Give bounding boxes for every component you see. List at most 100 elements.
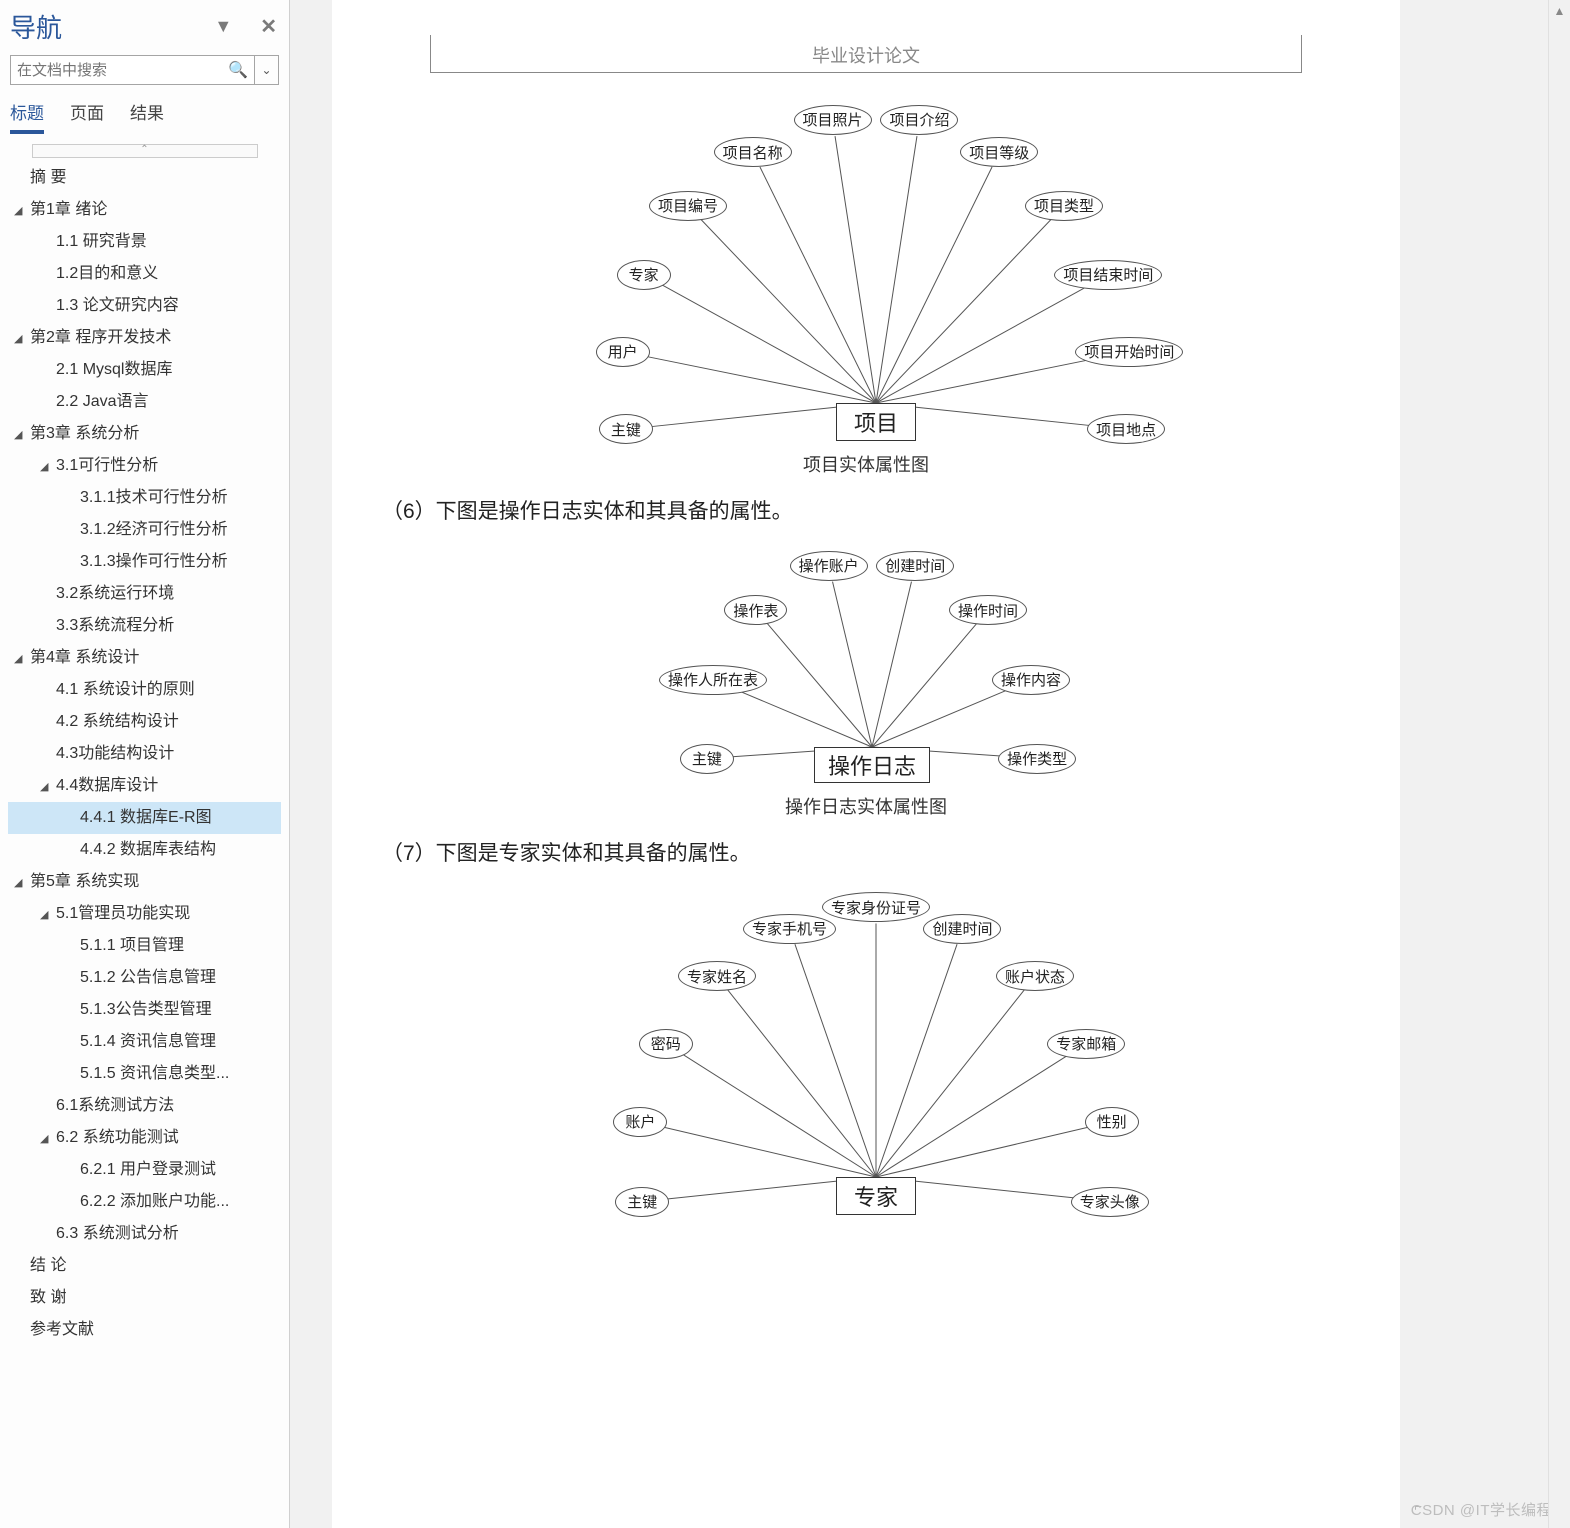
outline-item[interactable]: 参考文献 bbox=[8, 1314, 281, 1346]
outline-item[interactable]: 3.1.1技术可行性分析 bbox=[8, 482, 281, 514]
outline-item-label: 参考文献 bbox=[30, 1321, 94, 1338]
outline-item-label: 4.1 系统设计的原则 bbox=[56, 681, 195, 698]
outline-item[interactable]: 4.3功能结构设计 bbox=[8, 738, 281, 770]
outline-item[interactable]: ◢第2章 程序开发技术 bbox=[8, 322, 281, 354]
outline-item-label: 4.4.2 数据库表结构 bbox=[80, 841, 216, 858]
outline-item[interactable]: 1.2目的和意义 bbox=[8, 258, 281, 290]
outline-item[interactable]: ◢第4章 系统设计 bbox=[8, 642, 281, 674]
er-attribute: 操作时间 bbox=[949, 595, 1027, 625]
outline-item[interactable]: 4.4.1 数据库E-R图 bbox=[8, 802, 281, 834]
page-header-title: 毕业设计论文 bbox=[431, 42, 1301, 73]
outline-item-label: 5.1.3公告类型管理 bbox=[80, 1001, 212, 1018]
tab-pages[interactable]: 页面 bbox=[70, 99, 104, 134]
er-attribute: 性别 bbox=[1085, 1107, 1139, 1137]
caret-down-icon[interactable]: ◢ bbox=[14, 427, 28, 444]
outline-scroll-up-handle[interactable]: ⌃ bbox=[32, 144, 258, 158]
outline-item[interactable]: 3.3系统流程分析 bbox=[8, 610, 281, 642]
tab-results[interactable]: 结果 bbox=[130, 99, 164, 134]
outline-item[interactable]: 6.2.2 添加账户功能... bbox=[8, 1186, 281, 1218]
document-area: 毕业设计论文 项目 主键用户专家项目编号项目名称项目照片项目介绍项目等级项目类型… bbox=[290, 0, 1570, 1528]
er-attribute: 专家身份证号 bbox=[822, 892, 930, 922]
outline-item[interactable]: ◢第1章 绪论 bbox=[8, 194, 281, 226]
caret-down-icon[interactable]: ◢ bbox=[14, 651, 28, 668]
outline-item[interactable]: 结 论 bbox=[8, 1250, 281, 1282]
outline-item-label: 4.2 系统结构设计 bbox=[56, 713, 179, 730]
tab-headings[interactable]: 标题 bbox=[10, 99, 44, 134]
outline-item[interactable]: ◢4.4数据库设计 bbox=[8, 770, 281, 802]
outline-item[interactable]: ◢6.2 系统功能测试 bbox=[8, 1122, 281, 1154]
er-attribute: 创建时间 bbox=[876, 551, 954, 581]
outline-item[interactable]: 5.1.4 资讯信息管理 bbox=[8, 1026, 281, 1058]
caret-down-icon[interactable]: ◢ bbox=[40, 907, 54, 924]
er-diagram-log: 操作日志 主键操作人所在表操作表操作账户创建时间操作时间操作内容操作类型 bbox=[466, 555, 1266, 785]
outline-item-label: 2.1 Mysql数据库 bbox=[56, 361, 172, 378]
outline-item[interactable]: 1.1 研究背景 bbox=[8, 226, 281, 258]
outline-item[interactable]: 2.2 Java语言 bbox=[8, 386, 281, 418]
outline-item[interactable]: 6.1系统测试方法 bbox=[8, 1090, 281, 1122]
outline-item-label: 3.1可行性分析 bbox=[56, 457, 158, 474]
outline-item[interactable]: 3.1.3操作可行性分析 bbox=[8, 546, 281, 578]
outline-item[interactable]: 5.1.1 项目管理 bbox=[8, 930, 281, 962]
outline-item[interactable]: 4.4.2 数据库表结构 bbox=[8, 834, 281, 866]
outline-item-label: 3.3系统流程分析 bbox=[56, 617, 174, 634]
outline-item-label: 第5章 系统实现 bbox=[30, 873, 139, 890]
outline-item[interactable]: 1.3 论文研究内容 bbox=[8, 290, 281, 322]
scroll-up-icon[interactable]: ▲ bbox=[1549, 0, 1570, 22]
navigation-pane: 导航 ▼ ✕ 🔍 ⌄ 标题 页面 结果 ⌃ 摘 要◢第1章 绪论1.1 研究背景… bbox=[0, 0, 290, 1528]
outline-item-label: 6.2.2 添加账户功能... bbox=[80, 1193, 229, 1210]
er-attribute: 操作类型 bbox=[998, 744, 1076, 774]
caret-down-icon[interactable]: ◢ bbox=[14, 203, 28, 220]
figure-caption: 项目实体属性图 bbox=[382, 451, 1350, 477]
search-input[interactable] bbox=[17, 62, 224, 79]
er-attribute: 项目名称 bbox=[714, 137, 792, 167]
search-dropdown-icon[interactable]: ⌄ bbox=[255, 55, 279, 85]
outline-item[interactable]: 摘 要 bbox=[8, 162, 281, 194]
caret-down-icon[interactable]: ◢ bbox=[14, 331, 28, 348]
nav-header: 导航 ▼ ✕ bbox=[0, 6, 289, 55]
outline-item[interactable]: ◢3.1可行性分析 bbox=[8, 450, 281, 482]
caret-down-icon[interactable]: ◢ bbox=[40, 459, 54, 476]
outline-item[interactable]: ◢第3章 系统分析 bbox=[8, 418, 281, 450]
outline-item-label: 结 论 bbox=[30, 1257, 66, 1274]
nav-title: 导航 bbox=[10, 8, 62, 45]
caret-down-icon[interactable]: ◢ bbox=[40, 779, 54, 796]
outline-item-label: 1.2目的和意义 bbox=[56, 265, 158, 282]
nav-search-box[interactable]: 🔍 bbox=[10, 55, 255, 85]
outline-item[interactable]: 5.1.3公告类型管理 bbox=[8, 994, 281, 1026]
outline-item[interactable]: 6.3 系统测试分析 bbox=[8, 1218, 281, 1250]
outline-item[interactable]: 3.2系统运行环境 bbox=[8, 578, 281, 610]
er-attribute: 操作内容 bbox=[992, 665, 1070, 695]
close-icon[interactable]: ✕ bbox=[260, 14, 277, 39]
caret-down-icon[interactable]: ◢ bbox=[14, 875, 28, 892]
caret-down-icon[interactable]: ◢ bbox=[40, 1131, 54, 1148]
er-attribute: 用户 bbox=[596, 337, 650, 367]
outline-item[interactable]: 5.1.2 公告信息管理 bbox=[8, 962, 281, 994]
outline-item-label: 3.1.2经济可行性分析 bbox=[80, 521, 228, 538]
watermark: CSDN @IT学长编程 bbox=[1411, 1499, 1552, 1520]
outline-item-label: 第1章 绪论 bbox=[30, 201, 107, 218]
er-attribute: 项目结束时间 bbox=[1054, 260, 1162, 290]
vertical-scrollbar[interactable]: ▲ bbox=[1548, 0, 1570, 1528]
er-attribute: 项目介绍 bbox=[880, 105, 958, 135]
er-attribute: 主键 bbox=[599, 414, 653, 444]
outline-item[interactable]: 3.1.2经济可行性分析 bbox=[8, 514, 281, 546]
outline-item[interactable]: 致 谢 bbox=[8, 1282, 281, 1314]
outline-item[interactable]: 4.2 系统结构设计 bbox=[8, 706, 281, 738]
er-attribute: 操作人所在表 bbox=[659, 665, 767, 695]
outline-item[interactable]: 5.1.5 资讯信息类型... bbox=[8, 1058, 281, 1090]
er-attribute: 项目照片 bbox=[794, 105, 872, 135]
outline-item[interactable]: 6.2.1 用户登录测试 bbox=[8, 1154, 281, 1186]
outline-item-label: 6.2 系统功能测试 bbox=[56, 1129, 179, 1146]
outline-item-label: 1.3 论文研究内容 bbox=[56, 297, 179, 314]
outline-item[interactable]: ◢5.1管理员功能实现 bbox=[8, 898, 281, 930]
search-icon[interactable]: 🔍 bbox=[228, 60, 248, 80]
outline-item[interactable]: 4.1 系统设计的原则 bbox=[8, 674, 281, 706]
outline-item[interactable]: 2.1 Mysql数据库 bbox=[8, 354, 281, 386]
er-attribute: 创建时间 bbox=[923, 914, 1001, 944]
er-attribute: 项目编号 bbox=[649, 191, 727, 221]
er-attribute: 专家 bbox=[617, 260, 671, 290]
nav-options-dropdown-icon[interactable]: ▼ bbox=[214, 16, 232, 37]
outline-item[interactable]: ◢第5章 系统实现 bbox=[8, 866, 281, 898]
outline-item-label: 3.1.1技术可行性分析 bbox=[80, 489, 228, 506]
outline-item-label: 5.1.4 资讯信息管理 bbox=[80, 1033, 216, 1050]
